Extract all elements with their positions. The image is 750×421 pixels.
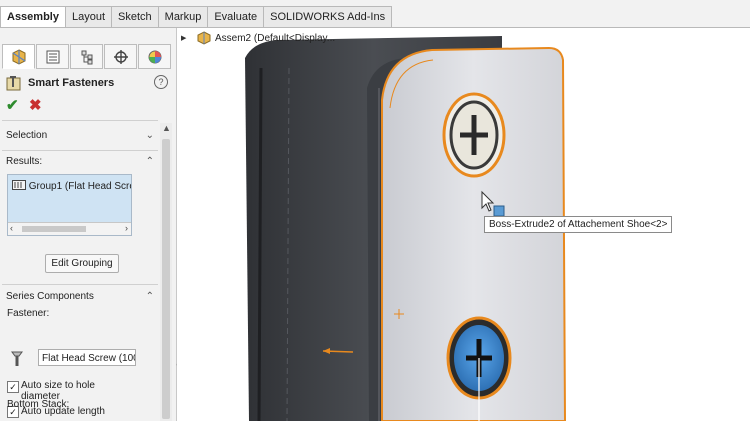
- feature-tree-root[interactable]: Assem2 (Default<Display...: [215, 33, 335, 44]
- scroll-right-icon[interactable]: ›: [125, 223, 128, 233]
- tab-evaluate[interactable]: Evaluate: [207, 6, 265, 27]
- property-manager-title: Smart Fasteners: [28, 77, 115, 89]
- help-icon[interactable]: ?: [154, 75, 168, 89]
- fastener-field[interactable]: Flat Head Screw (100: [38, 349, 136, 366]
- appearance-tab[interactable]: [138, 44, 171, 69]
- chevron-down-icon[interactable]: ⌄: [146, 130, 154, 141]
- chevron-up-icon[interactable]: ⌃: [146, 291, 154, 302]
- fastener-group-icon: [12, 180, 26, 190]
- section-divider: [2, 150, 158, 151]
- fastener-label: Fastener:: [7, 308, 50, 319]
- results-section-header[interactable]: Results: ⌃: [6, 156, 156, 172]
- featuremanager-icon: [12, 48, 25, 65]
- section-divider: [2, 284, 158, 285]
- featuremanager-tab[interactable]: [2, 44, 35, 69]
- scroll-up-icon[interactable]: ▲: [162, 123, 171, 133]
- graphics-area[interactable]: ▶ Assem2 (Default<Display... Boss-Extrud…: [177, 28, 750, 421]
- configurationmanager-icon: [81, 50, 92, 64]
- property-manager-header: Smart Fasteners ?: [6, 75, 170, 93]
- scroll-left-icon[interactable]: ‹: [10, 223, 13, 233]
- selection-tooltip: Boss-Extrude2 of Attachement Shoe<2>: [484, 216, 673, 233]
- dimxpert-tab[interactable]: [104, 44, 137, 69]
- auto-size-label: Auto size to hole: [21, 380, 95, 391]
- selection-label: Selection: [6, 130, 48, 141]
- chevron-up-icon[interactable]: ⌃: [146, 156, 154, 167]
- propertymanager-icon: [46, 50, 59, 63]
- smart-fasteners-icon: [6, 76, 21, 91]
- list-item[interactable]: Group1 (Flat Head Scre: [12, 180, 132, 192]
- cancel-x-icon[interactable]: ✖: [29, 96, 42, 114]
- tab-assembly[interactable]: Assembly: [0, 6, 66, 28]
- face-selection-icon: [493, 205, 505, 217]
- command-manager-tabs: Assembly Layout Sketch Markup Evaluate S…: [0, 0, 750, 28]
- appearance-icon: [148, 50, 161, 63]
- propertymanager-tab[interactable]: [36, 44, 69, 69]
- results-item-label: Group1 (Flat Head Scre: [28, 181, 132, 192]
- dark-part-edge: [257, 67, 263, 421]
- bottom-stack-label: Bottom Stack:: [7, 399, 70, 410]
- tab-layout[interactable]: Layout: [64, 6, 113, 27]
- auto-size-checkbox[interactable]: ✓: [7, 381, 19, 393]
- scrollbar-thumb[interactable]: [22, 226, 86, 232]
- results-list[interactable]: Group1 (Flat Head Scre ‹ ›: [7, 174, 132, 236]
- tab-markup[interactable]: Markup: [157, 6, 209, 27]
- series-components-label: Series Components: [6, 291, 94, 302]
- selection-section-header[interactable]: Selection ⌄: [6, 130, 156, 146]
- property-manager-body: Selection ⌄ Results: ⌃ Group1 (Flat Head…: [0, 116, 160, 421]
- section-divider: [2, 120, 158, 121]
- results-horizontal-scrollbar[interactable]: ‹ ›: [8, 222, 131, 235]
- tree-expand-icon[interactable]: ▶: [181, 34, 186, 42]
- manager-tab-strip: [2, 44, 172, 69]
- property-manager-panel: Smart Fasteners ? ✔ ✖ Selection ⌄ Result…: [0, 28, 177, 421]
- tab-solidworks-addins[interactable]: SOLIDWORKS Add-Ins: [263, 6, 393, 27]
- configurationmanager-tab[interactable]: [70, 44, 103, 69]
- edit-grouping-button[interactable]: Edit Grouping: [45, 254, 119, 273]
- dimxpert-icon: [113, 49, 128, 64]
- panel-vertical-scrollbar[interactable]: ▲: [160, 123, 172, 421]
- screw-icon: [11, 351, 23, 366]
- results-label: Results:: [6, 156, 43, 167]
- assembly-icon: [197, 31, 211, 45]
- tab-sketch[interactable]: Sketch: [111, 6, 159, 27]
- ok-checkmark-icon[interactable]: ✔: [6, 96, 19, 114]
- series-components-section-header[interactable]: Series Components ⌃: [6, 291, 156, 307]
- scrollbar-thumb[interactable]: [162, 139, 170, 419]
